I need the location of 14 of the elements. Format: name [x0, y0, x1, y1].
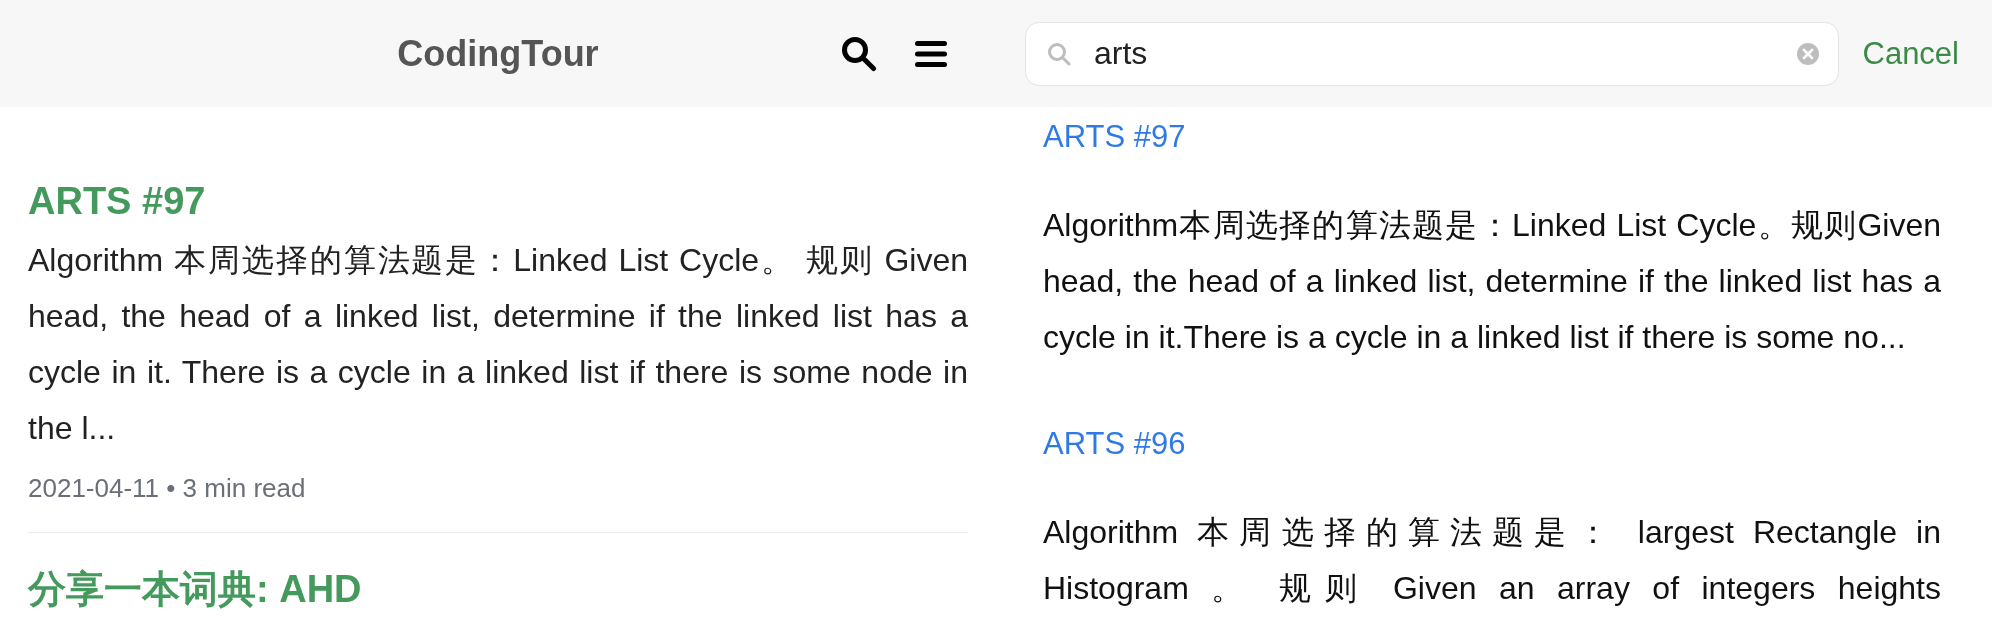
- search-icon: [1047, 41, 1071, 66]
- search-icon[interactable]: [841, 35, 877, 72]
- search-field[interactable]: arts: [1025, 21, 1839, 86]
- result-title[interactable]: ARTS #97: [1043, 117, 1186, 157]
- cancel-link[interactable]: Cancel: [1862, 35, 1959, 72]
- result-snippet: Algorithm本周选择的算法题是：Linked List Cycle。规则Given head, the head of a linked list, determine if the linked list has a cycle in it.There is a cycle in a linked list if there is some no...: [1043, 206, 1941, 357]
- result-snippet: Algorithm 本周选择的算法题是： largest Rectangle in Histogram 。 规则 Given an array of integers heights: [1043, 513, 1941, 608]
- result-title[interactable]: ARTS #96: [1043, 424, 1186, 464]
- site-title[interactable]: CodingTour: [397, 32, 599, 75]
- post-meta: 2021-04-11 • 3 min read: [28, 472, 307, 505]
- menu-icon[interactable]: [915, 40, 947, 67]
- post-title[interactable]: ARTS #97: [28, 177, 968, 226]
- post-title[interactable]: 分享一本词典: AHD: [28, 565, 968, 614]
- post-excerpt: Algorithm 本周选择的算法题是：Linked List Cycle。 规则 Given head, the head of a linked list, determine if the linked list has a cycle in it. There is a cycle in a linked list if there is some node in the l...: [28, 241, 968, 448]
